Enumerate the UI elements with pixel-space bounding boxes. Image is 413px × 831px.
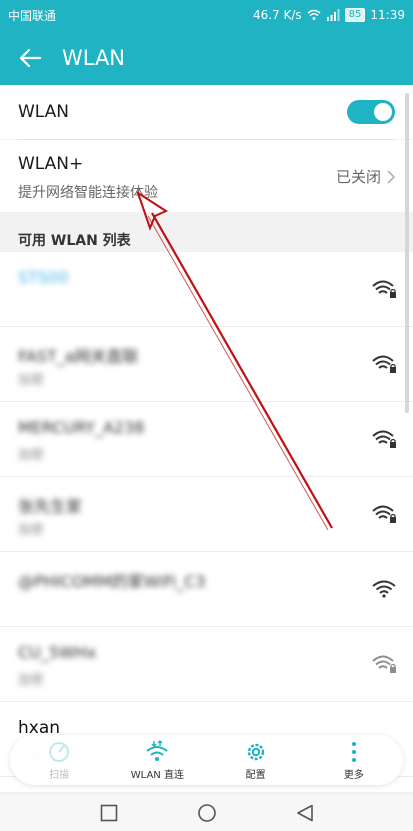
arrow-left-icon [19, 48, 42, 67]
network-status: 加密 [18, 373, 45, 388]
wifi-locked-icon [372, 655, 396, 673]
scan-icon [49, 741, 70, 762]
signal-icon [326, 9, 340, 21]
wlan-plus-status: 已关闭 [336, 166, 395, 187]
network-name: STS00 [18, 268, 69, 287]
network-item[interactable]: FAST_a网关直联 加密 [0, 327, 413, 402]
wlan-direct-icon [146, 739, 168, 761]
network-name: MERCURY_A238 [18, 418, 145, 437]
home-icon[interactable] [197, 803, 217, 823]
wlan-plus-row[interactable]: WLAN+ 提升网络智能连接体验 已关闭 [0, 140, 413, 212]
network-item[interactable]: 张先生家 加密 [0, 477, 413, 552]
wlan-plus-status-text: 已关闭 [335, 168, 381, 186]
wifi-locked-icon [372, 430, 396, 448]
wifi-icon [372, 580, 396, 598]
wlan-direct-button[interactable]: WLAN 直连 [112, 739, 202, 781]
scan-button[interactable]: 扫描 [14, 740, 104, 781]
app-bar: WLAN [0, 30, 413, 85]
page-title: WLAN [62, 45, 126, 70]
scan-label: 扫描 [49, 769, 70, 781]
toggle-knob [374, 103, 392, 121]
back-button[interactable] [0, 30, 60, 85]
wlan-plus-subtitle: 提升网络智能连接体验 [18, 185, 158, 201]
battery-icon: 85 [344, 8, 366, 22]
network-status: 加密 [18, 673, 45, 688]
wlan-toggle-row[interactable]: WLAN [0, 85, 413, 139]
config-label: 配置 [245, 769, 266, 781]
carrier-label: 中国联通 [8, 8, 57, 23]
clock: 11:39 [370, 8, 405, 22]
network-name: CU_5WHx [18, 643, 97, 662]
network-list: STS00 FAST_a网关直联 加密 MERCURY_A238 加密 张先生家… [0, 252, 413, 792]
bottom-toolbar: 扫描 WLAN 直连 配置 更多 [10, 735, 403, 785]
wifi-status-icon [307, 9, 321, 20]
more-button[interactable]: 更多 [309, 740, 399, 781]
network-status: 加密 [18, 523, 45, 538]
status-indicators: 46.7 K/s 85 11:39 [253, 8, 405, 22]
system-nav-bar [0, 795, 413, 831]
wlan-plus-label: WLAN+ [18, 154, 84, 174]
wifi-locked-icon [372, 280, 396, 298]
network-speed: 46.7 K/s [252, 8, 302, 22]
wlan-label: WLAN [18, 102, 70, 122]
network-item[interactable]: CU_5WHx 加密 [0, 627, 413, 702]
wlan-direct-label: WLAN 直连 [130, 769, 184, 781]
network-item[interactable]: @PHICOMM的家WiFi_C3 [0, 552, 413, 627]
more-label: 更多 [343, 769, 364, 781]
chevron-right-icon [387, 169, 395, 184]
config-button[interactable]: 配置 [211, 740, 301, 781]
wifi-locked-icon [372, 355, 396, 373]
network-name: FAST_a网关直联 [18, 347, 139, 366]
network-item[interactable]: MERCURY_A238 加密 [0, 402, 413, 477]
network-item[interactable]: STS00 [0, 252, 413, 327]
back-triangle-icon[interactable] [296, 804, 314, 822]
available-networks-header: 可用 WLAN 列表 [18, 233, 131, 249]
gear-icon [247, 743, 264, 760]
network-name: 张先生家 [18, 497, 83, 516]
more-vertical-icon [351, 741, 356, 762]
wlan-toggle-switch[interactable] [347, 100, 395, 124]
network-name: @PHICOMM的家WiFi_C3 [18, 572, 206, 591]
recents-icon[interactable] [100, 804, 118, 822]
scrollbar[interactable] [405, 93, 409, 413]
status-bar: 中国联通 46.7 K/s 85 11:39 [0, 0, 413, 30]
wifi-locked-icon [372, 505, 396, 523]
network-status: 加密 [18, 448, 45, 463]
